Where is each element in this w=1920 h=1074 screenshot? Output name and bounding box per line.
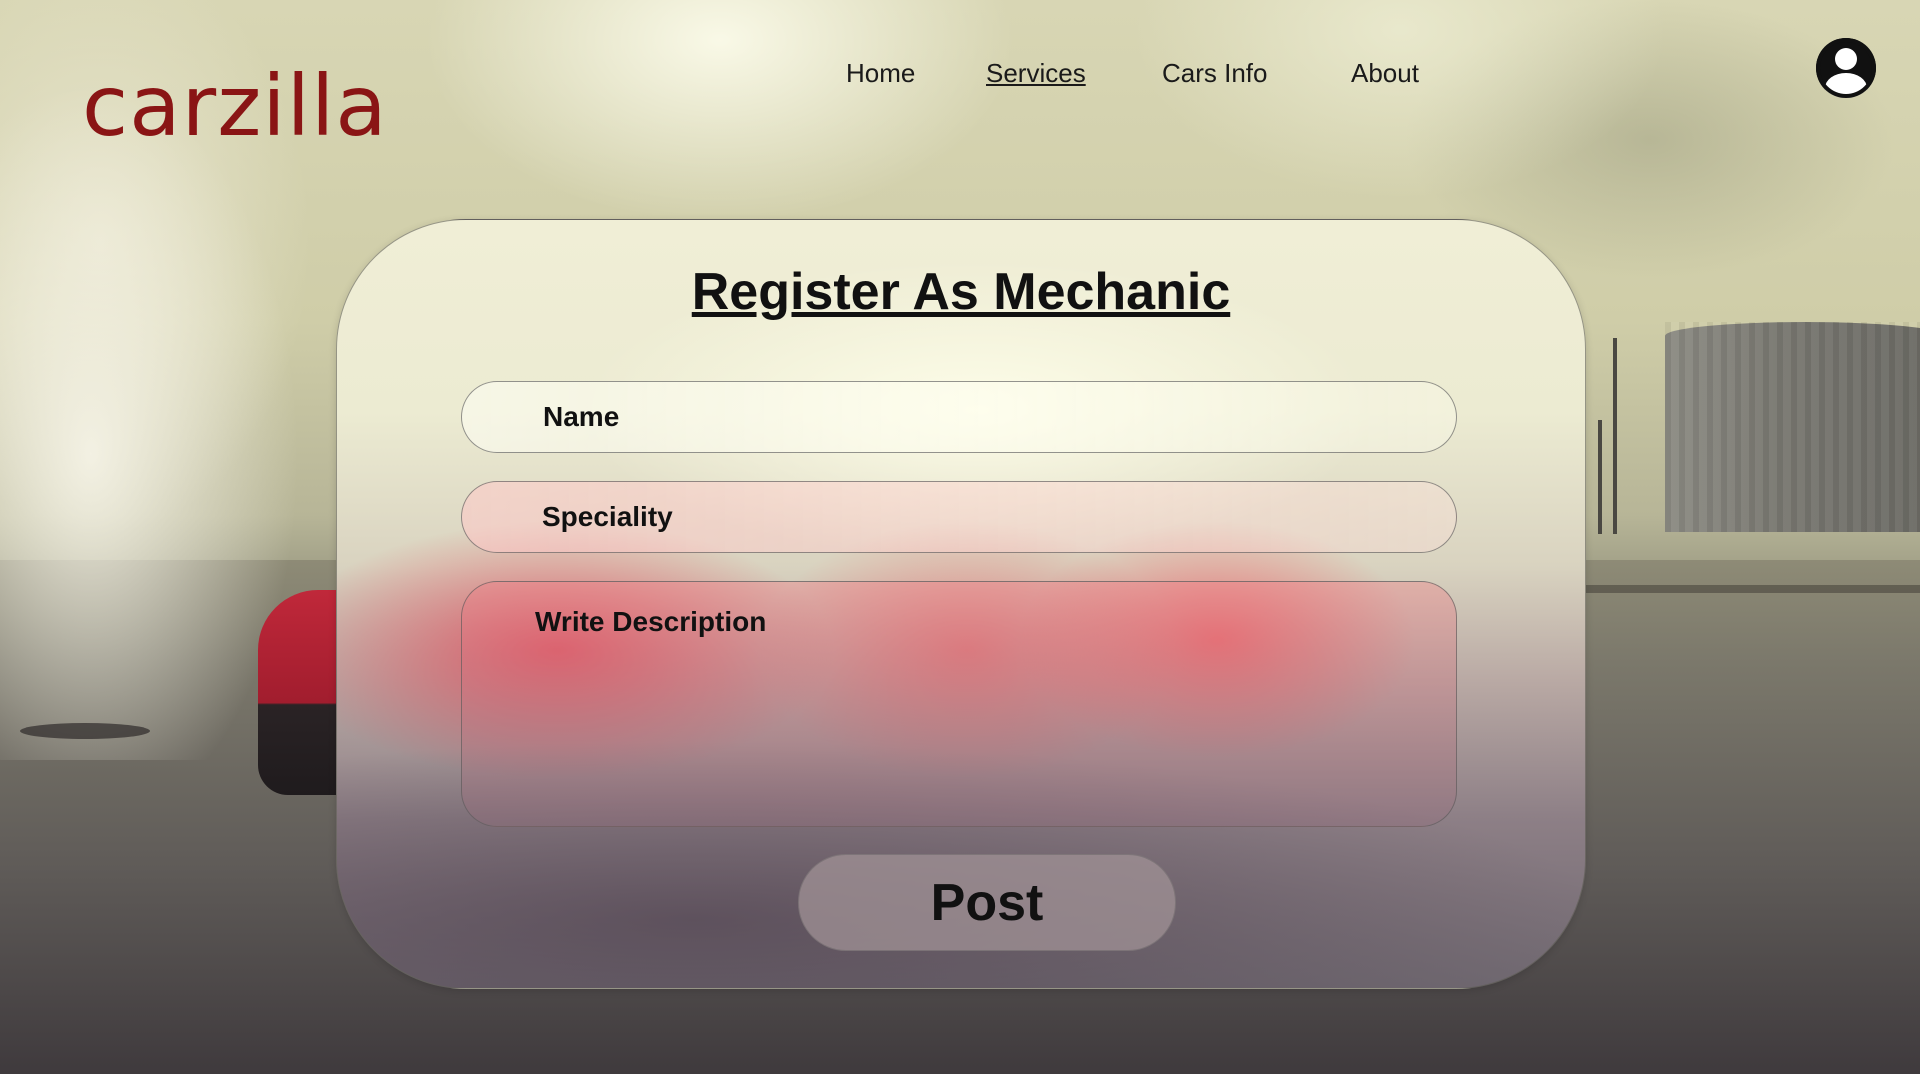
description-textarea[interactable] [462, 582, 1456, 826]
road-curb [1580, 585, 1920, 593]
user-circle-icon[interactable] [1816, 38, 1876, 98]
speciality-input[interactable] [462, 482, 1456, 552]
steam-cloud [0, 80, 300, 760]
nav-home[interactable]: Home [846, 58, 915, 89]
name-input[interactable] [462, 382, 1456, 452]
main-nav: Home Services Cars Info About [0, 58, 1920, 94]
register-card: Register As Mechanic Post [336, 219, 1586, 989]
name-field[interactable] [461, 381, 1457, 453]
manhole [20, 723, 150, 739]
nav-cars-info[interactable]: Cars Info [1162, 58, 1268, 89]
utility-pole [1613, 338, 1617, 534]
nav-services[interactable]: Services [986, 58, 1086, 89]
speciality-field[interactable] [461, 481, 1457, 553]
utility-pole [1598, 420, 1602, 534]
description-field[interactable] [461, 581, 1457, 827]
form-title: Register As Mechanic [691, 263, 1231, 321]
avatar-ring [1820, 42, 1872, 94]
post-button[interactable]: Post [798, 854, 1176, 951]
storage-tank [1665, 322, 1920, 532]
red-car [258, 590, 348, 795]
nav-about[interactable]: About [1351, 58, 1419, 89]
